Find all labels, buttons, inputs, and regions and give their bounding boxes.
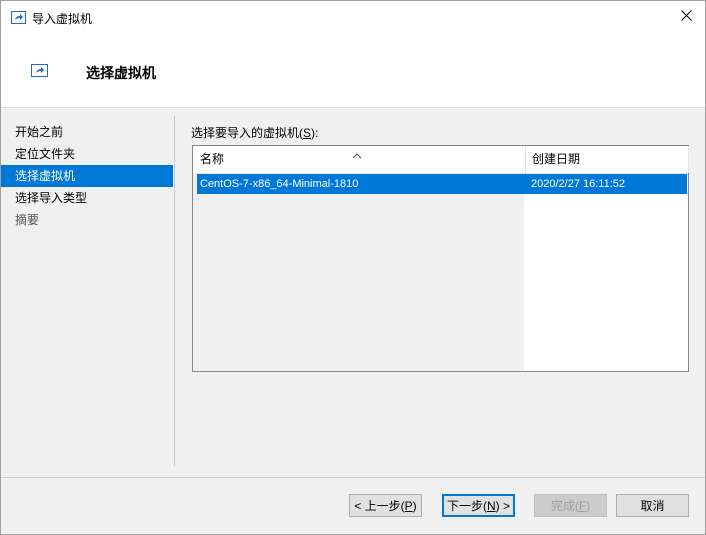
table-row[interactable]: CentOS-7-x86_64-Minimal-1810 2020/2/27 1…	[197, 174, 687, 194]
nav-step-before-you-begin[interactable]: 开始之前	[1, 121, 173, 143]
next-button[interactable]: 下一步(N) >	[442, 494, 515, 517]
close-icon	[680, 9, 692, 24]
page-title: 选择虚拟机	[86, 65, 156, 81]
nav-step-select-vm[interactable]: 选择虚拟机	[1, 165, 173, 187]
close-button[interactable]	[667, 1, 705, 32]
list-header: 名称 创建日期	[193, 146, 689, 174]
column-header-created[interactable]: 创建日期	[525, 146, 689, 173]
nav-step-import-type[interactable]: 选择导入类型	[1, 187, 173, 209]
vm-name-cell: CentOS-7-x86_64-Minimal-1810	[200, 178, 359, 190]
previous-button[interactable]: < 上一步(P)	[349, 494, 422, 517]
window-title: 导入虚拟机	[32, 12, 93, 26]
cancel-button[interactable]: 取消	[616, 494, 689, 517]
vm-list[interactable]: 名称 创建日期 CentOS-7-x86_64-Minimal-1810 202…	[192, 145, 689, 372]
wizard-header: 选择虚拟机	[1, 32, 705, 108]
import-vm-dialog: 导入虚拟机 选择虚拟机 开始之前 定位文件夹 选择虚拟机 选择导入类型 摘要 选…	[0, 0, 706, 535]
sort-ascending-icon	[351, 143, 363, 159]
finish-button: 完成(F)	[534, 494, 607, 517]
nav-step-summary: 摘要	[15, 213, 40, 227]
nav-step-locate-folder[interactable]: 定位文件夹	[1, 143, 173, 165]
footer-divider	[1, 477, 705, 478]
title-bar[interactable]: 导入虚拟机	[1, 1, 705, 32]
vm-list-label: 选择要导入的虚拟机(S):	[191, 126, 319, 140]
import-arrow-icon	[11, 11, 26, 24]
column-header-name[interactable]: 名称	[193, 146, 526, 173]
vm-created-cell: 2020/2/27 16:11:52	[531, 178, 625, 190]
import-arrow-icon	[31, 64, 48, 77]
wizard-steps-nav: 开始之前 定位文件夹 选择虚拟机 选择导入类型 摘要	[1, 121, 173, 231]
nav-divider	[174, 116, 175, 466]
